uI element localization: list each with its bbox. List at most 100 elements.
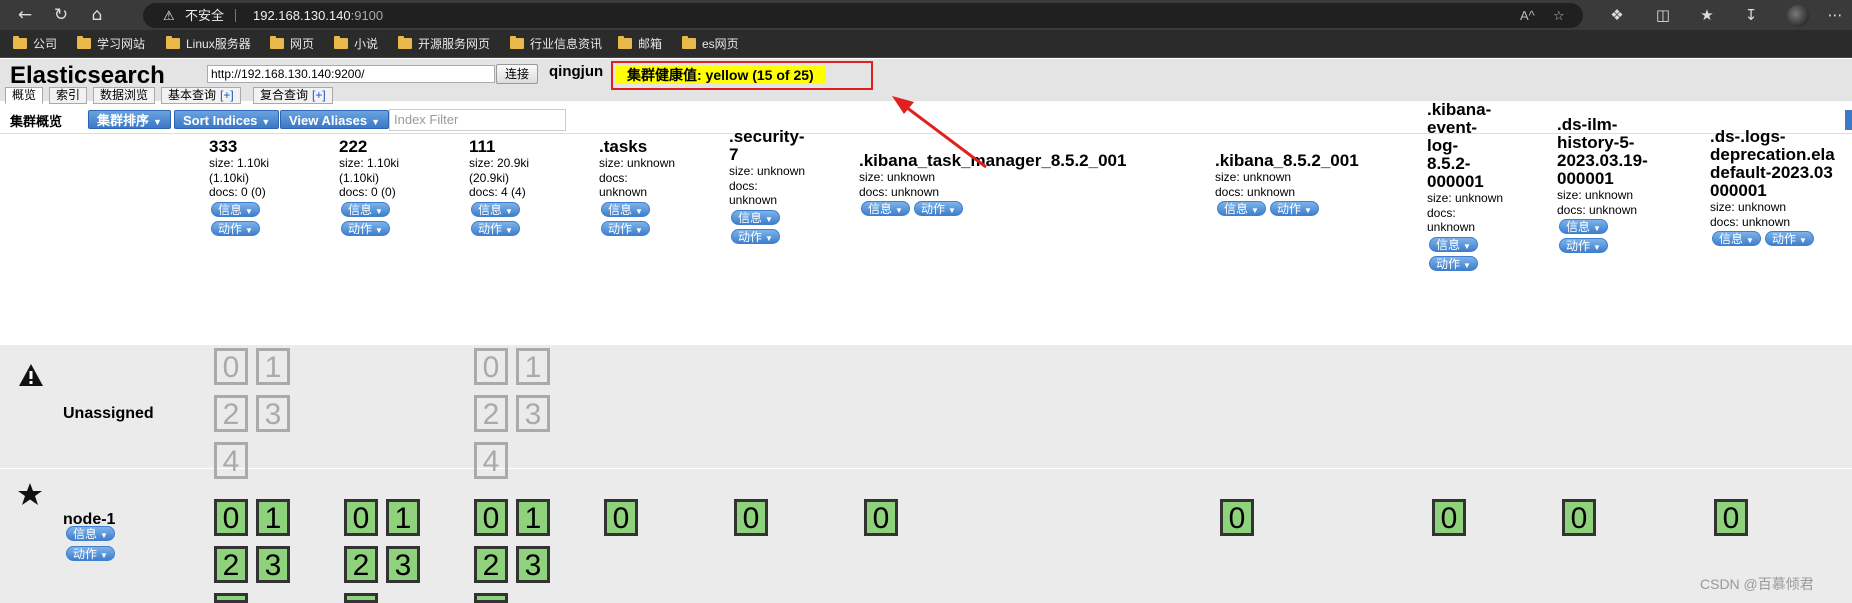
- index-meta: size: unknown: [1427, 191, 1504, 205]
- tab-indices[interactable]: 索引: [49, 87, 88, 104]
- tab-basic-query[interactable]: 基本查询 [+]: [161, 87, 241, 104]
- warning-icon: [18, 363, 44, 387]
- node-shard[interactable]: 0: [604, 499, 638, 536]
- favorite-add-icon[interactable]: ☆: [1553, 3, 1565, 28]
- node-shard[interactable]: 0: [864, 499, 898, 536]
- index-action-button[interactable]: 动作 ▼: [1557, 236, 1648, 255]
- index-name: .kibana- event- log- 8.5.2- 000001: [1427, 100, 1492, 191]
- node-shard[interactable]: 2: [214, 546, 248, 583]
- node-shard[interactable]: 0: [734, 499, 768, 536]
- index-info-button[interactable]: 信息 ▼: [859, 199, 912, 218]
- unassigned-shard[interactable]: 3: [256, 395, 290, 432]
- node-shard[interactable]: 1: [516, 499, 550, 536]
- bookmark-item[interactable]: 开源服务网页: [398, 30, 490, 58]
- address-bar[interactable]: ⚠ 不安全 192.168.130.140:9100 A^ ☆: [143, 3, 1583, 28]
- unassigned-shard[interactable]: 1: [256, 348, 290, 385]
- index-action-button[interactable]: 动作 ▼: [912, 199, 965, 218]
- index-info-button[interactable]: 信息 ▼: [469, 200, 529, 219]
- node-action-button[interactable]: 动作 ▼: [64, 544, 117, 563]
- bookmark-item[interactable]: 公司: [13, 30, 57, 58]
- index-name: .security- 7: [729, 127, 805, 164]
- refresh-icon[interactable]: ↻: [50, 4, 72, 26]
- unassigned-shard[interactable]: 4: [474, 442, 508, 479]
- view-aliases-button[interactable]: View Aliases ▼: [280, 110, 389, 129]
- node-shard[interactable]: 0: [1432, 499, 1466, 536]
- index-header: 111 size: 20.9ki (20.9ki) docs: 4 (4) 信息 ▼ 动作 ▼: [469, 138, 529, 238]
- more-menu-icon[interactable]: ⋯: [1824, 4, 1846, 26]
- node-shard[interactable]: 2: [344, 546, 378, 583]
- index-info-button[interactable]: 信息 ▼: [599, 200, 675, 219]
- unassigned-shard[interactable]: 2: [474, 395, 508, 432]
- favorites-icon[interactable]: ★: [1696, 4, 1718, 26]
- index-action-button[interactable]: 动作 ▼: [729, 227, 805, 246]
- index-action-button[interactable]: 动作 ▼: [469, 219, 529, 238]
- index-meta: size: unknown: [729, 164, 806, 178]
- node-shard[interactable]: 2: [474, 546, 508, 583]
- index-filter-input[interactable]: Index Filter: [389, 109, 566, 131]
- node-shard[interactable]: [474, 593, 508, 603]
- unassigned-shard[interactable]: 4: [214, 442, 248, 479]
- split-screen-icon[interactable]: ◫: [1652, 4, 1674, 26]
- node-shard[interactable]: 3: [386, 546, 420, 583]
- node-shard[interactable]: 0: [1562, 499, 1596, 536]
- connect-button[interactable]: 连接: [496, 64, 538, 84]
- bookmark-item[interactable]: 小说: [334, 30, 378, 58]
- node-shard[interactable]: 1: [386, 499, 420, 536]
- index-meta: docs: 0 (0): [339, 185, 396, 199]
- tab-overview[interactable]: 概览: [5, 87, 44, 104]
- tab-data-browser[interactable]: 数据浏览: [93, 87, 156, 104]
- bookmark-item[interactable]: Linux服务器: [166, 30, 251, 58]
- index-name: 222: [339, 137, 368, 156]
- node-shard[interactable]: [344, 593, 378, 603]
- index-info-button[interactable]: 信息 ▼: [1557, 217, 1648, 236]
- node-shard[interactable]: 0: [1220, 499, 1254, 536]
- cluster-sort-button[interactable]: 集群排序 ▼: [88, 110, 171, 129]
- home-icon[interactable]: ⌂: [86, 4, 108, 26]
- folder-icon: [270, 36, 284, 49]
- node-shard[interactable]: 0: [474, 499, 508, 536]
- node-shard[interactable]: 3: [516, 546, 550, 583]
- connection-url-input[interactable]: http://192.168.130.140:9200/: [207, 65, 495, 83]
- profile-avatar[interactable]: [1787, 5, 1809, 27]
- extensions-icon[interactable]: ❖: [1606, 4, 1628, 26]
- index-action-button[interactable]: 动作 ▼: [1763, 229, 1816, 248]
- index-action-button[interactable]: 动作 ▼: [1427, 254, 1503, 273]
- node-info-button[interactable]: 信息 ▼: [64, 524, 117, 543]
- node-shard[interactable]: 0: [1714, 499, 1748, 536]
- index-info-button[interactable]: 信息 ▼: [339, 200, 399, 219]
- index-action-button[interactable]: 动作 ▼: [1268, 199, 1321, 218]
- unassigned-shard[interactable]: 2: [214, 395, 248, 432]
- node-shard[interactable]: 0: [344, 499, 378, 536]
- index-info-button[interactable]: 信息 ▼: [1710, 229, 1763, 248]
- elasticsearch-head-app: Elasticsearch http://192.168.130.140:920…: [0, 59, 1852, 603]
- index-action-button[interactable]: 动作 ▼: [209, 219, 269, 238]
- node-shard[interactable]: [214, 593, 248, 603]
- node-shard[interactable]: 3: [256, 546, 290, 583]
- unassigned-shard[interactable]: 3: [516, 395, 550, 432]
- unassigned-shard[interactable]: 1: [516, 348, 550, 385]
- index-info-button[interactable]: 信息 ▼: [209, 200, 269, 219]
- back-icon[interactable]: ←: [14, 4, 36, 26]
- toolbar-right-button[interactable]: [1845, 110, 1852, 130]
- unassigned-shard[interactable]: 0: [214, 348, 248, 385]
- read-aloud-icon[interactable]: A^: [1520, 3, 1535, 28]
- index-info-button[interactable]: 信息 ▼: [729, 208, 805, 227]
- unassigned-shard[interactable]: 0: [474, 348, 508, 385]
- bookmark-item[interactable]: 学习网站: [77, 30, 145, 58]
- index-meta: unknown: [1427, 220, 1476, 234]
- index-action-button[interactable]: 动作 ▼: [599, 219, 675, 238]
- downloads-icon[interactable]: ↧: [1740, 4, 1762, 26]
- bookmark-item[interactable]: 网页: [270, 30, 314, 58]
- bookmark-item[interactable]: 邮箱: [618, 30, 662, 58]
- node-shard[interactable]: 1: [256, 499, 290, 536]
- sort-indices-button[interactable]: Sort Indices ▼: [174, 110, 280, 129]
- index-info-button[interactable]: 信息 ▼: [1215, 199, 1268, 218]
- bookmark-label: 邮箱: [638, 37, 663, 51]
- tab-compound-query[interactable]: 复合查询 [+]: [253, 87, 333, 104]
- bookmark-item[interactable]: es网页: [682, 30, 739, 58]
- index-name: .kibana_task_manager_8.5.2_001: [859, 151, 1127, 170]
- index-info-button[interactable]: 信息 ▼: [1427, 235, 1503, 254]
- node-shard[interactable]: 0: [214, 499, 248, 536]
- index-action-button[interactable]: 动作 ▼: [339, 219, 399, 238]
- bookmark-item[interactable]: 行业信息资讯: [510, 30, 602, 58]
